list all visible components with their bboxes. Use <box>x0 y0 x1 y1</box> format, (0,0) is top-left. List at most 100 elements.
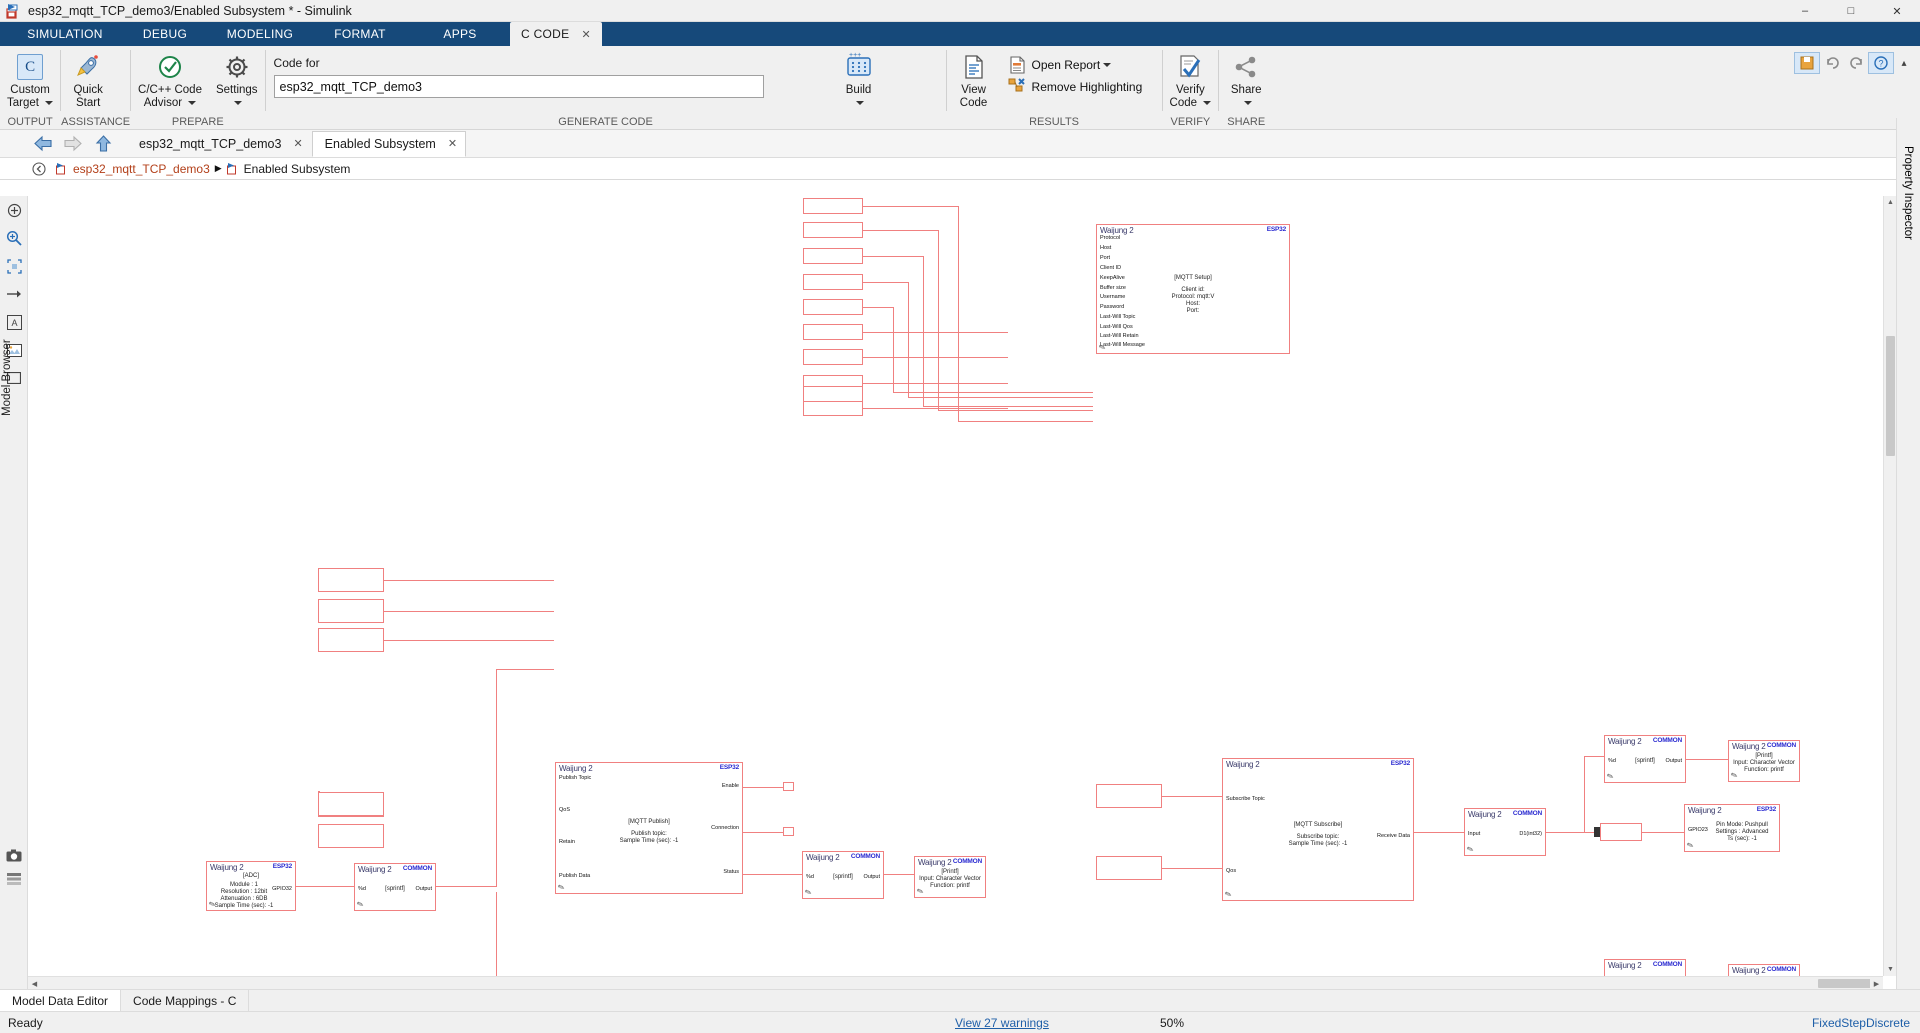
chevron-down-icon[interactable] <box>1103 63 1112 67</box>
adc-block[interactable]: Waijung 2 ESP32 [ADC] Module : 1 Resolut… <box>206 861 296 911</box>
printf-block[interactable]: Waijung 2 COMMON [Printf] Input: Charact… <box>1728 740 1800 782</box>
chevron-down-icon[interactable] <box>1243 100 1252 105</box>
edit-pencil-icon[interactable]: ✎ <box>557 882 566 893</box>
forward-arrow-icon[interactable] <box>58 131 88 157</box>
tab-apps[interactable]: APPS <box>410 22 510 46</box>
back-arrow-icon[interactable] <box>28 131 58 157</box>
mqtt-setup-block[interactable]: Waijung 2 ESP32 [MQTT Setup] Client id: … <box>1096 224 1290 354</box>
scroll-down-icon[interactable]: ▼ <box>1884 963 1896 976</box>
model-tab-esp32-mqtt-tcp-demo3[interactable]: esp32_mqtt_TCP_demo3 ✕ <box>126 131 312 157</box>
chevron-down-icon[interactable] <box>234 100 243 105</box>
status-solver[interactable]: FixedStepDiscrete <box>1812 1016 1910 1030</box>
code-for-input[interactable] <box>273 75 764 98</box>
constant-block[interactable] <box>1600 823 1642 841</box>
view-code-button[interactable]: View Code <box>947 50 1001 112</box>
edit-pencil-icon[interactable]: ✎ <box>1466 844 1475 855</box>
scroll-left-icon[interactable]: ◀ <box>28 977 41 989</box>
vertical-scroll-thumb[interactable] <box>1886 336 1895 456</box>
edit-pencil-icon[interactable]: ✎ <box>1606 771 1615 782</box>
simulink-canvas[interactable]: Waijung 2 ESP32 [MQTT Setup] Client id: … <box>28 196 1896 989</box>
build-button[interactable]: +++ Build <box>832 50 886 112</box>
sscanf-block[interactable]: Waijung 2 COMMON Input D1(int32) ✎ <box>1464 808 1546 856</box>
constant-block[interactable] <box>803 198 863 214</box>
edit-pencil-icon[interactable]: ✎ <box>356 899 365 910</box>
constant-block[interactable] <box>318 628 384 652</box>
constant-block[interactable] <box>1096 856 1162 880</box>
terminator-block[interactable] <box>783 782 794 791</box>
scroll-up-icon[interactable]: ▲ <box>1884 196 1896 209</box>
chevron-down-icon[interactable] <box>856 100 865 105</box>
model-tab-enabled-subsystem[interactable]: Enabled Subsystem ✕ <box>311 130 467 157</box>
constant-block[interactable] <box>318 824 384 848</box>
annotation-tool-icon[interactable]: A <box>0 308 28 336</box>
tab-simulation[interactable]: SIMULATION <box>10 22 120 46</box>
property-inspector-panel-label[interactable]: Property Inspector <box>1898 146 1918 276</box>
constant-block[interactable] <box>318 599 384 623</box>
constant-block[interactable] <box>803 349 863 365</box>
close-button[interactable]: ✕ <box>1874 0 1920 22</box>
scroll-right-icon[interactable]: ▶ <box>1870 977 1883 989</box>
gpio-output-block[interactable]: Waijung 2 ESP32 GPIO23 Pin Mode: Pushpul… <box>1684 804 1780 852</box>
edit-pencil-icon[interactable]: ✎ <box>804 887 813 898</box>
undo-icon[interactable] <box>1820 52 1844 74</box>
constant-block[interactable] <box>803 324 863 340</box>
close-icon[interactable]: ✕ <box>293 137 302 150</box>
chevron-down-icon[interactable] <box>45 100 54 105</box>
edit-pencil-icon[interactable]: ✎ <box>1686 840 1695 851</box>
remove-highlighting-button[interactable]: Remove Highlighting <box>1001 76 1149 98</box>
zoom-in-icon[interactable] <box>0 224 28 252</box>
canvas-horizontal-scrollbar[interactable]: ◀ ▶ <box>28 976 1883 989</box>
ribbon-collapse-icon[interactable]: ▴ <box>1894 52 1914 74</box>
constant-block[interactable] <box>803 248 863 264</box>
mqtt-publish-block[interactable]: Waijung 2 ESP32 [MQTT Publish] Publish t… <box>555 762 743 894</box>
layers-tool-icon[interactable] <box>0 865 28 893</box>
breadcrumb-back-icon[interactable] <box>28 158 50 180</box>
chevron-down-icon[interactable] <box>188 100 197 105</box>
tab-model-data-editor[interactable]: Model Data Editor <box>0 990 122 1011</box>
breadcrumb-item-subsystem[interactable]: Enabled Subsystem <box>226 162 350 176</box>
quick-start-button[interactable]: Quick Start <box>61 50 115 112</box>
status-zoom-level[interactable]: 50% <box>1160 1016 1184 1030</box>
zoom-fit-icon[interactable] <box>0 196 28 224</box>
model-browser-panel-label[interactable]: Model Browser <box>1 339 24 436</box>
constant-block[interactable] <box>803 400 863 416</box>
close-icon[interactable]: ✕ <box>448 137 457 150</box>
share-button[interactable]: Share <box>1219 50 1273 112</box>
arrow-tool-icon[interactable] <box>0 280 28 308</box>
up-arrow-icon[interactable] <box>88 131 118 157</box>
terminator-block[interactable] <box>783 827 794 836</box>
save-icon[interactable] <box>1794 52 1820 74</box>
open-report-button[interactable]: Open Report <box>1001 54 1149 76</box>
constant-block[interactable] <box>318 792 384 816</box>
constant-block[interactable] <box>318 568 384 592</box>
help-icon[interactable]: ? <box>1868 52 1894 74</box>
minimize-button[interactable]: – <box>1782 0 1828 22</box>
tab-code-mappings-c[interactable]: Code Mappings - C <box>121 990 250 1011</box>
custom-target-button[interactable]: C Custom Target <box>0 50 60 112</box>
tab-c-code[interactable]: C CODE ✕ <box>510 22 602 46</box>
redo-icon[interactable] <box>1844 52 1868 74</box>
edit-pencil-icon[interactable]: ✎ <box>1224 889 1233 900</box>
mqtt-subscribe-block[interactable]: Waijung 2 ESP32 [MQTT Subscribe] Subscri… <box>1222 758 1414 901</box>
tab-format[interactable]: FORMAT <box>310 22 410 46</box>
horizontal-scroll-thumb[interactable] <box>1818 979 1878 988</box>
constant-block[interactable] <box>803 274 863 290</box>
constant-block[interactable] <box>803 386 863 402</box>
fit-to-view-icon[interactable] <box>0 252 28 280</box>
verify-code-button[interactable]: Verify Code <box>1163 50 1219 112</box>
tab-modeling[interactable]: MODELING <box>210 22 310 46</box>
settings-button[interactable]: Settings <box>209 50 265 112</box>
printf-block[interactable]: Waijung 2 COMMON [Printf] Input: Charact… <box>914 856 986 898</box>
sprintf-block[interactable]: Waijung 2 COMMON [sprintf] %d Output ✎ <box>354 863 436 911</box>
tab-debug[interactable]: DEBUG <box>120 22 210 46</box>
constant-block[interactable] <box>803 299 863 315</box>
sprintf-block[interactable]: Waijung 2 COMMON [sprintf] %d Output ✎ <box>802 851 884 899</box>
maximize-button[interactable]: □ <box>1828 0 1874 22</box>
sprintf-block[interactable]: Waijung 2 COMMON [sprintf] %d Output ✎ <box>1604 735 1686 783</box>
constant-block[interactable] <box>803 222 863 238</box>
code-advisor-button[interactable]: C/C++ Code Advisor <box>131 50 209 112</box>
canvas-vertical-scrollbar[interactable]: ▲ ▼ <box>1883 196 1896 976</box>
tab-c-code-close-icon[interactable]: ✕ <box>581 28 591 41</box>
breadcrumb-item-model[interactable]: esp32_mqtt_TCP_demo3 <box>56 162 210 176</box>
chevron-down-icon[interactable] <box>1203 100 1212 105</box>
